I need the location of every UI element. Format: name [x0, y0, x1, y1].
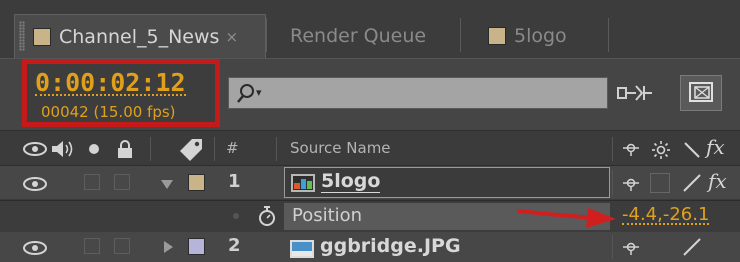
lock-icon[interactable] — [116, 139, 134, 159]
property-name: Position — [292, 205, 363, 226]
live-update-toggle[interactable] — [680, 75, 722, 111]
composition-icon — [291, 174, 315, 192]
effects-switch-icon[interactable]: fx — [708, 169, 727, 193]
annotation-arrow-icon — [517, 208, 616, 228]
layer-row-2[interactable]: 2 ggbridge.JPG — [0, 232, 740, 262]
timeline-controls: 0:00:02:12 00042 (15.00 fps) ▾ — [0, 58, 740, 130]
expand-triangle-right-icon[interactable] — [162, 240, 174, 254]
tab-label: 5logo — [514, 25, 567, 47]
layer-number: 1 — [228, 171, 241, 192]
shy-switch-icon[interactable] — [622, 143, 640, 157]
lock-switch[interactable] — [114, 238, 130, 254]
tab-render-queue[interactable]: Render Queue — [290, 14, 426, 58]
layer-number-header[interactable]: # — [226, 139, 239, 157]
keyframe-nav-dot-icon — [233, 213, 239, 219]
comp-mini-flowchart-icon[interactable] — [614, 76, 656, 110]
tab-divider — [460, 18, 461, 52]
layer-label-color[interactable] — [188, 174, 205, 191]
stopwatch-icon[interactable] — [256, 205, 278, 227]
shy-switch-icon[interactable] — [622, 178, 640, 192]
label-tag-icon[interactable] — [176, 137, 206, 161]
layer-name[interactable]: ggbridge.JPG — [320, 235, 461, 257]
panel-grip-icon[interactable] — [19, 21, 25, 51]
tab-divider — [608, 18, 609, 52]
layer-search-input[interactable]: ▾ — [228, 77, 608, 109]
shy-switch-icon[interactable] — [622, 242, 640, 256]
tab-5logo[interactable]: 5logo — [488, 14, 567, 58]
visibility-eye-icon[interactable] — [22, 176, 48, 192]
composition-frame-icon — [689, 82, 713, 102]
current-time-display[interactable]: 0:00:02:12 00042 (15.00 fps) — [22, 59, 220, 127]
column-divider — [612, 137, 613, 161]
column-divider — [612, 170, 613, 196]
property-row-position[interactable]: Position -4.4,-26.1 — [0, 201, 740, 232]
search-icon[interactable]: ▾ — [235, 81, 269, 105]
tab-label: Channel_5_News — [59, 25, 220, 48]
source-name-field[interactable]: 5logo — [284, 167, 610, 198]
solo-switch[interactable] — [84, 174, 100, 190]
chevron-down-icon: ▾ — [256, 86, 262, 99]
tab-divider — [266, 18, 267, 52]
layer-label-color[interactable] — [188, 238, 205, 255]
column-divider — [214, 137, 215, 161]
column-divider — [150, 137, 151, 161]
composition-swatch-icon — [488, 27, 506, 45]
quality-slash-icon[interactable] — [682, 141, 702, 159]
image-footage-icon — [290, 240, 314, 258]
collapse-switch[interactable] — [650, 173, 670, 193]
eye-icon[interactable] — [22, 141, 48, 157]
position-value[interactable]: -4.4,-26.1 — [622, 204, 710, 225]
frame-count-fps: 00042 (15.00 fps) — [41, 103, 176, 121]
effects-header-icon[interactable]: fx — [706, 135, 725, 159]
quality-slash-icon[interactable] — [682, 237, 702, 257]
timecode[interactable]: 0:00:02:12 — [35, 68, 186, 97]
visibility-eye-icon[interactable] — [22, 240, 48, 256]
composition-swatch-icon — [33, 27, 51, 46]
solo-dot-icon[interactable] — [88, 143, 100, 155]
source-name-header[interactable]: Source Name — [290, 139, 391, 157]
tab-channel-5-news[interactable]: Channel_5_News × — [14, 14, 266, 58]
collapse-sun-icon[interactable] — [652, 141, 670, 159]
layer-name[interactable]: 5logo — [321, 170, 381, 193]
expand-triangle-down-icon[interactable] — [160, 178, 174, 190]
lock-switch[interactable] — [114, 174, 130, 190]
layer-row-1[interactable]: 1 5logo fx — [0, 166, 740, 200]
column-divider — [276, 137, 277, 161]
panel-tab-bar: Channel_5_News × Render Queue 5logo — [0, 0, 740, 58]
close-icon[interactable]: × — [225, 28, 238, 46]
column-headers: # Source Name fx — [0, 130, 740, 166]
column-divider — [612, 235, 613, 259]
quality-slash-icon[interactable] — [682, 173, 702, 193]
layer-number: 2 — [228, 235, 241, 256]
speaker-icon[interactable] — [50, 140, 74, 158]
tab-label: Render Queue — [290, 25, 427, 47]
solo-switch[interactable] — [84, 238, 100, 254]
